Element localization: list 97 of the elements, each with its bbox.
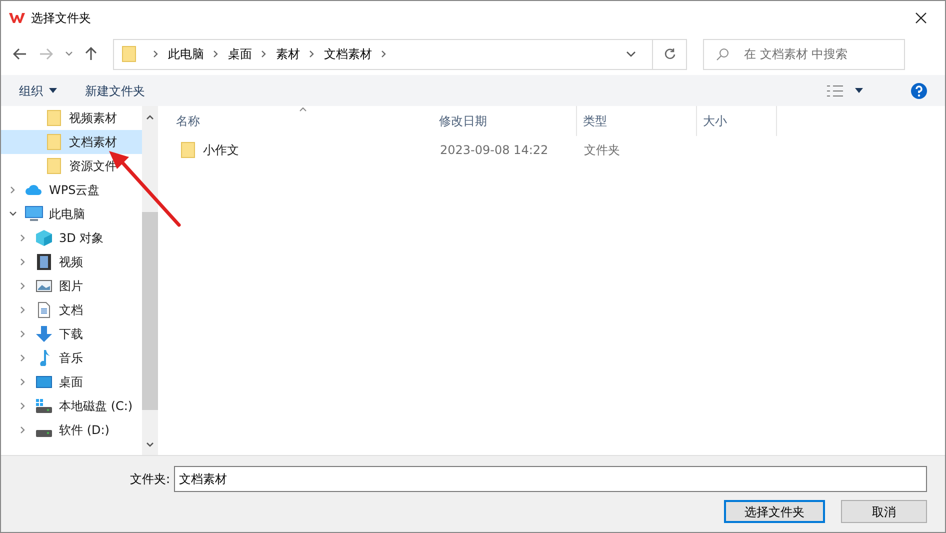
column-header[interactable]: 修改日期 (433, 106, 577, 136)
folder-icon (181, 142, 195, 158)
search-icon (716, 48, 729, 60)
drive-icon (36, 399, 52, 413)
nav-item[interactable]: 桌面 (1, 370, 142, 394)
breadcrumb[interactable]: 此电脑 (168, 45, 204, 63)
back-arrow-icon[interactable] (13, 48, 27, 60)
list-view-icon (827, 84, 843, 96)
scrollbar-thumb[interactable] (142, 212, 158, 410)
music-note-icon (38, 350, 50, 366)
close-icon (915, 12, 927, 24)
image-icon (36, 280, 52, 292)
nav-label: 3D 对象 (59, 230, 104, 247)
file-name: 小作文 (203, 142, 239, 159)
nav-label: 此电脑 (49, 206, 85, 223)
nav-item[interactable]: 音乐 (1, 346, 142, 370)
chevron-right-icon[interactable] (19, 258, 27, 266)
scroll-up-icon[interactable] (146, 114, 154, 120)
film-icon (37, 254, 51, 270)
nav-label: 桌面 (59, 374, 83, 391)
nav-label: 文档 (59, 302, 83, 319)
logo-icon (9, 12, 25, 24)
dropdown-chevron-icon[interactable] (626, 51, 636, 57)
chevron-right-icon[interactable] (260, 50, 268, 58)
folder-name-field[interactable]: 文档素材 (174, 466, 927, 492)
column-header[interactable]: 名称 (161, 106, 433, 136)
search-field[interactable]: 在 文档素材 中搜索 (703, 38, 905, 70)
modified-date: 2023-09-08 14:22 (440, 143, 548, 157)
breadcrumb[interactable]: 文档素材 (324, 45, 372, 63)
folder-label: 文件夹: (130, 471, 170, 488)
column-header[interactable]: 类型 (577, 106, 697, 136)
cloud-icon (25, 184, 43, 196)
select-folder-button[interactable]: 选择文件夹 (724, 500, 825, 523)
nav-item[interactable]: 3D 对象 (1, 226, 142, 250)
nav-item[interactable]: 视频 (1, 250, 142, 274)
nav-item[interactable]: 文档素材 (1, 130, 142, 154)
desktop-icon (36, 376, 52, 388)
nav-label: 视频素材 (69, 110, 117, 127)
chevron-right-icon[interactable] (19, 234, 27, 242)
chevron-right-icon[interactable] (152, 50, 160, 58)
caret-icon (855, 88, 863, 93)
nav-item[interactable]: 图片 (1, 274, 142, 298)
dropdown-chevron-icon[interactable] (65, 51, 73, 57)
chevron-right-icon[interactable] (308, 50, 316, 58)
chevron-right-icon[interactable] (19, 306, 27, 314)
cube-icon (36, 230, 52, 246)
new-folder-button[interactable]: 新建文件夹 (85, 82, 145, 100)
folder-icon (47, 158, 61, 174)
nav-item[interactable]: 下载 (1, 322, 142, 346)
nav-item[interactable]: 此电脑 (1, 202, 142, 226)
nav-label: 下载 (59, 326, 83, 343)
folder-icon (47, 110, 61, 126)
window-title: 选择文件夹 (31, 10, 91, 26)
file-type: 文件夹 (584, 143, 620, 157)
document-icon (38, 302, 50, 318)
column-header[interactable]: 大小 (697, 106, 777, 136)
folder-icon (122, 46, 136, 62)
nav-label: 资源文件 (69, 158, 117, 175)
chevron-right-icon[interactable] (9, 186, 17, 194)
chevron-right-icon[interactable] (19, 402, 27, 410)
nav-item[interactable]: 资源文件 (1, 154, 142, 178)
caret-icon (49, 88, 57, 93)
nav-label: 视频 (59, 254, 83, 271)
drive-icon (36, 430, 52, 437)
breadcrumb[interactable]: 桌面 (228, 45, 252, 63)
nav-item[interactable]: 文档 (1, 298, 142, 322)
nav-label: 图片 (59, 278, 83, 295)
download-arrow-icon (36, 326, 52, 342)
nav-item[interactable]: 视频素材 (1, 106, 142, 130)
chevron-right-icon[interactable] (212, 50, 220, 58)
monitor-icon (25, 206, 43, 222)
nav-item[interactable]: WPS云盘 (1, 178, 142, 202)
organize-menu-button[interactable]: 组织 (19, 82, 57, 100)
refresh-icon[interactable] (664, 48, 676, 60)
folder-icon (47, 134, 61, 150)
chevron-down-icon[interactable] (9, 210, 17, 218)
nav-item[interactable]: 本地磁盘 (C:) (1, 394, 142, 418)
cancel-button[interactable]: 取消 (841, 500, 927, 523)
chevron-right-icon[interactable] (380, 50, 388, 58)
nav-item[interactable]: 软件 (D:) (1, 418, 142, 442)
nav-label: 软件 (D:) (59, 422, 110, 439)
nav-label: 文档素材 (69, 134, 117, 151)
chevron-right-icon[interactable] (19, 282, 27, 290)
chevron-right-icon[interactable] (19, 330, 27, 338)
up-arrow-icon[interactable] (85, 47, 97, 61)
chevron-right-icon[interactable] (19, 426, 27, 434)
nav-label: 本地磁盘 (C:) (59, 398, 133, 415)
breadcrumb[interactable]: 素材 (276, 45, 300, 63)
nav-label: WPS云盘 (49, 182, 100, 199)
chevron-right-icon[interactable] (19, 378, 27, 386)
chevron-right-icon[interactable] (19, 354, 27, 362)
scroll-down-icon[interactable] (146, 442, 154, 448)
view-options-button[interactable] (827, 84, 863, 96)
file-row[interactable]: 小作文 2023-09-08 14:22 文件夹 (161, 136, 945, 164)
help-icon[interactable] (911, 82, 927, 98)
address-bar[interactable]: 此电脑 桌面 素材 文档素材 (113, 38, 687, 70)
nav-label: 音乐 (59, 350, 83, 367)
